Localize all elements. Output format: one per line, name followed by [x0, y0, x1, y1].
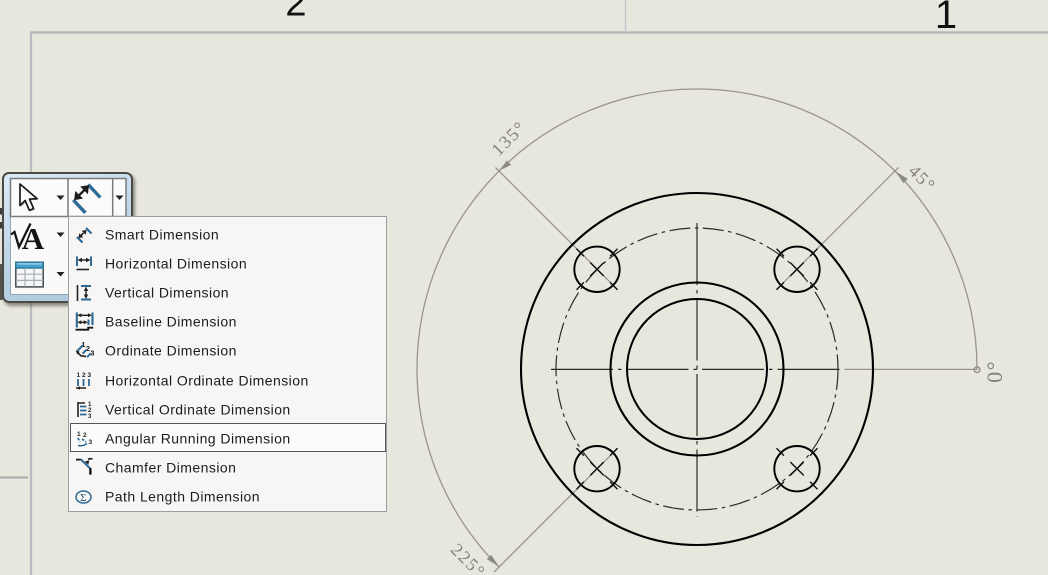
svg-text:1: 1 — [77, 431, 81, 438]
svg-text:2: 2 — [82, 372, 86, 379]
svg-text:3: 3 — [89, 439, 93, 446]
svg-text:A: A — [22, 221, 45, 256]
svg-text:3: 3 — [88, 372, 92, 379]
svg-text:3: 3 — [88, 414, 92, 420]
svg-text:Σ: Σ — [80, 492, 87, 504]
svg-text:1: 1 — [77, 372, 81, 379]
svg-text:2: 2 — [83, 432, 87, 439]
